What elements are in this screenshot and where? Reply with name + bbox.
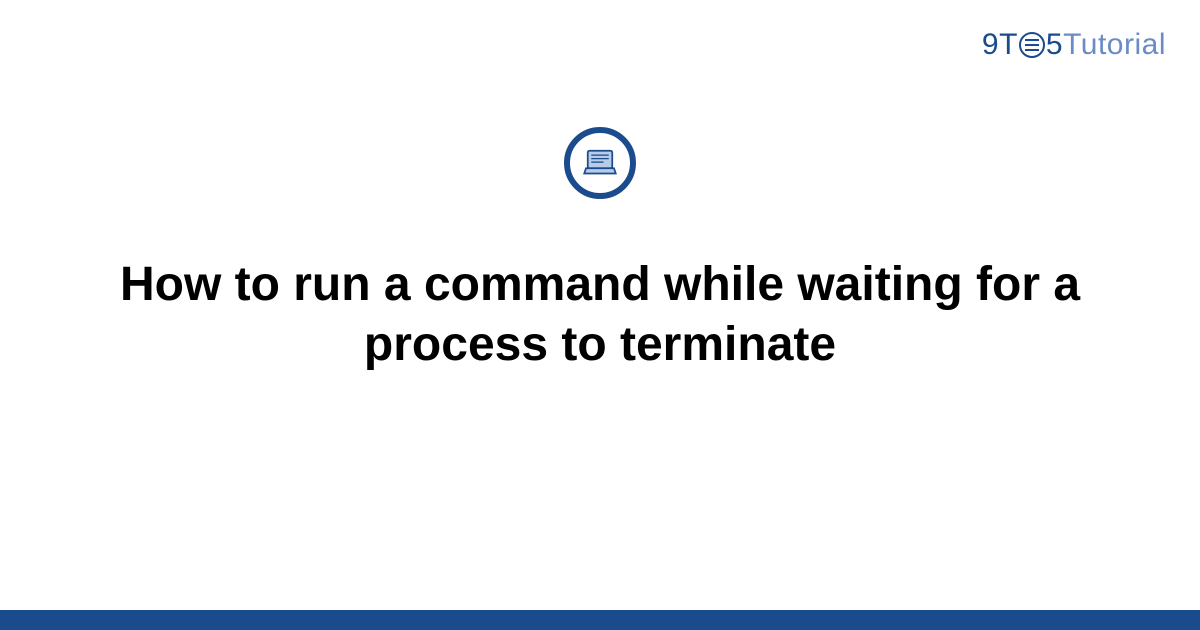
laptop-icon <box>564 127 636 199</box>
brand-text-t: T <box>999 28 1018 62</box>
brand-circle-icon <box>1019 32 1045 58</box>
main-content: How to run a command while waiting for a… <box>0 127 1200 375</box>
page-title: How to run a command while waiting for a… <box>0 255 1200 375</box>
laptop-svg-icon <box>579 142 621 184</box>
brand-text-9: 9 <box>982 28 999 62</box>
brand-text-5: 5 <box>1046 28 1063 62</box>
brand-logo: 9 T 5 Tutorial <box>982 28 1166 62</box>
brand-text-tutorial: Tutorial <box>1063 28 1166 62</box>
footer-bar <box>0 610 1200 630</box>
brand-circle-lines <box>1025 44 1039 47</box>
